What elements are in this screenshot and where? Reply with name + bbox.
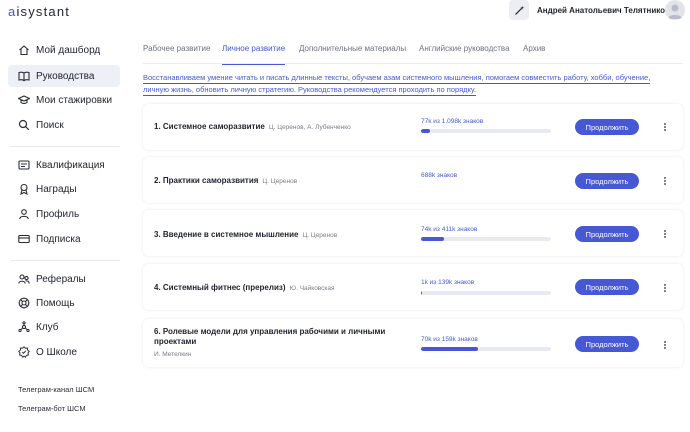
sidebar-item-profile[interactable]: Профиль	[8, 203, 120, 225]
more-options-icon[interactable]	[662, 228, 668, 240]
course-authors: И. Метелкин	[154, 351, 192, 358]
sidebar-item-awards[interactable]: Награды	[8, 178, 120, 200]
home-icon	[18, 44, 30, 56]
course-title[interactable]: 3. Введение в системное мышление Ц. Церен…	[154, 230, 337, 239]
more-options-icon[interactable]	[662, 282, 668, 294]
course-card[interactable]: 3. Введение в системное мышление Ц. Церен…	[143, 210, 683, 256]
sidebar-item-search[interactable]: Поиск	[8, 114, 120, 136]
more-options-icon[interactable]	[662, 121, 668, 133]
more-options-icon[interactable]	[662, 339, 668, 351]
continue-button[interactable]: Продолжить	[575, 173, 639, 189]
sidebar-item-label: Помощь	[36, 297, 75, 309]
course-card[interactable]: 6. Ролевые модели для управления рабочим…	[143, 319, 683, 367]
sidebar-item-label: Мой дашборд	[36, 44, 101, 56]
sidebar-item-guides[interactable]: Руководства	[8, 65, 120, 87]
course-authors: Ю. Чайковская	[289, 285, 335, 292]
qualification-icon	[18, 159, 30, 171]
sidebar: Мой дашборд Руководства Мои стажировки П…	[0, 36, 128, 432]
magic-wand-button[interactable]	[509, 0, 529, 20]
sidebar-item-label: Клуб	[36, 321, 59, 333]
course-authors: Ц. Церенов, А. Лубенченко	[268, 124, 351, 131]
progress-bar	[421, 237, 551, 241]
tab-personal-development[interactable]: Личное развитие	[222, 44, 285, 53]
book-icon	[18, 70, 30, 82]
progress-text: 688k знаков	[421, 172, 458, 179]
sidebar-item-subscription[interactable]: Подписка	[8, 228, 120, 250]
progress-bar	[421, 129, 551, 133]
sidebar-item-label: О Школе	[36, 346, 77, 358]
progress-fill	[421, 129, 431, 133]
referrals-icon	[18, 273, 30, 285]
magic-wand-icon	[514, 5, 524, 15]
tabs-divider	[143, 63, 683, 64]
tab-english-guides[interactable]: Английские руководства	[419, 44, 510, 53]
course-title[interactable]: 6. Ролевые модели для управления рабочим…	[154, 327, 385, 336]
progress-text: 74k из 411k знаков	[421, 226, 478, 233]
more-options-icon[interactable]	[662, 175, 668, 187]
progress-text: 1k из 139k знаков	[421, 279, 475, 286]
progress-fill	[421, 237, 445, 241]
progress-text: 77k из 1.098k знаков	[421, 118, 484, 125]
logo[interactable]: aisystant	[8, 4, 70, 19]
progress-bar	[421, 347, 551, 351]
sidebar-item-label: Поиск	[36, 119, 64, 131]
info-icon	[18, 346, 30, 358]
tab-work-development[interactable]: Рабочее развитие	[143, 44, 210, 53]
sidebar-item-qualification[interactable]: Квалификация	[8, 154, 120, 176]
sidebar-divider	[10, 260, 120, 261]
card-icon	[18, 233, 30, 245]
avatar[interactable]	[665, 0, 685, 20]
sidebar-item-label: Мои стажировки	[36, 94, 113, 106]
sidebar-item-label: Профиль	[36, 208, 80, 220]
sidebar-item-label: Рефералы	[36, 273, 86, 285]
progress-text: 70k из 159k знаков	[421, 336, 478, 343]
sidebar-item-label: Квалификация	[36, 159, 105, 171]
sidebar-item-help[interactable]: Помощь	[8, 292, 120, 314]
continue-button[interactable]: Продолжить	[575, 226, 639, 242]
search-icon	[18, 119, 30, 131]
sidebar-item-internships[interactable]: Мои стажировки	[8, 89, 120, 111]
course-title[interactable]: 4. Системный фитнес (пререлиз) Ю. Чайковс…	[154, 283, 335, 292]
progress-fill	[421, 291, 423, 295]
sidebar-item-label: Награды	[36, 183, 77, 195]
course-title-continued: проектами	[154, 337, 197, 346]
telegram-channel-link[interactable]: Телеграм-канал ШСМ	[18, 385, 94, 394]
help-icon	[18, 297, 30, 309]
sidebar-item-club[interactable]: Клуб	[8, 316, 120, 338]
telegram-bot-link[interactable]: Телеграм-бот ШСМ	[18, 404, 86, 413]
club-icon	[18, 321, 30, 333]
tab-additional-materials[interactable]: Дополнительные материалы	[299, 44, 406, 53]
section-description: Восстанавливаем умение читать и писать д…	[143, 73, 651, 96]
graduation-cap-icon	[18, 94, 30, 106]
course-authors: Ц. Церенов	[302, 232, 338, 239]
course-authors: Ц. Церенов	[262, 178, 298, 185]
progress-fill	[421, 347, 479, 351]
app-header: aisystant Андрей Анатольевич Телятников	[0, 0, 690, 26]
course-title[interactable]: 1. Системное саморазвитие Ц. Церенов, А. …	[154, 122, 351, 131]
active-tab-indicator	[222, 64, 285, 65]
sidebar-item-label: Руководства	[36, 70, 95, 82]
sidebar-item-dashboard[interactable]: Мой дашборд	[8, 39, 120, 61]
sidebar-divider	[10, 146, 120, 147]
sidebar-item-label: Подписка	[36, 233, 81, 245]
sidebar-item-referrals[interactable]: Рефералы	[8, 268, 120, 290]
continue-button[interactable]: Продолжить	[575, 336, 639, 352]
course-card[interactable]: 4. Системный фитнес (пререлиз) Ю. Чайковс…	[143, 264, 683, 310]
course-card[interactable]: 1. Системное саморазвитие Ц. Церенов, А. …	[143, 104, 683, 150]
course-card[interactable]: 2. Практики саморазвития Ц. Церенов 688k …	[143, 157, 683, 203]
user-icon	[18, 208, 30, 220]
progress-bar	[421, 291, 551, 295]
user-name[interactable]: Андрей Анатольевич Телятников	[537, 6, 670, 15]
continue-button[interactable]: Продолжить	[575, 119, 639, 135]
tab-archive[interactable]: Архив	[523, 44, 545, 53]
continue-button[interactable]: Продолжить	[575, 279, 639, 295]
sidebar-item-about[interactable]: О Школе	[8, 341, 120, 363]
avatar-icon	[668, 4, 682, 19]
course-title[interactable]: 2. Практики саморазвития Ц. Церенов	[154, 176, 297, 185]
award-icon	[18, 183, 30, 195]
